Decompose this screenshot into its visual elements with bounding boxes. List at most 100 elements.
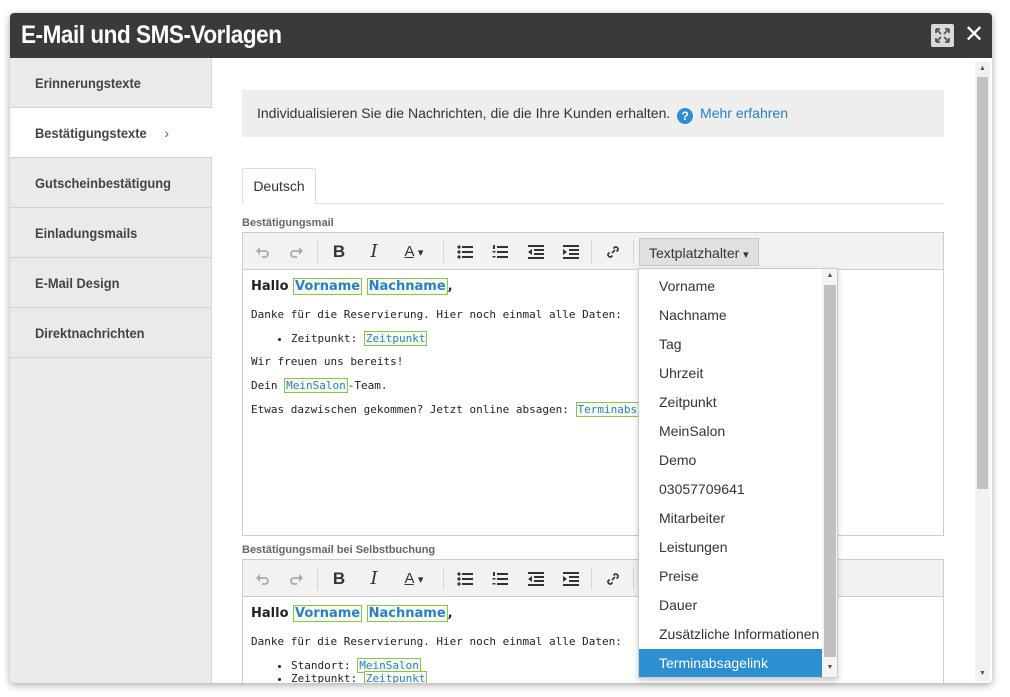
link-icon — [607, 572, 619, 585]
editor2-label: Bestätigungsmail bei Selbstbuchung — [242, 544, 436, 556]
menu-item-mitarbeiter[interactable]: Mitarbeiter — [639, 504, 822, 533]
signature-suffix: -Team. — [347, 379, 388, 392]
link-button[interactable] — [598, 560, 628, 597]
numbered-list-icon — [492, 571, 508, 585]
list-item-label: Zeitpunkt: — [291, 672, 358, 683]
outdent-button[interactable] — [521, 560, 551, 597]
scroll-up-icon[interactable]: ▲ — [975, 62, 990, 76]
editor-content[interactable]: Hallo Vorname Nachname, Danke für die Re… — [243, 270, 943, 435]
redo-icon — [290, 573, 303, 585]
menu-item-nachname[interactable]: Nachname — [639, 301, 822, 330]
scrollbar-thumb[interactable] — [824, 285, 836, 657]
font-color-button[interactable]: A ▾ — [394, 233, 434, 270]
sidebar-item-einladungsmails[interactable]: Einladungsmails — [10, 208, 212, 258]
sidebar-item-erinnerungstexte[interactable]: Erinnerungstexte — [10, 58, 212, 108]
font-color-icon: A — [404, 570, 414, 587]
bullet-list-button[interactable] — [450, 560, 480, 597]
menu-item-leistungen[interactable]: Leistungen — [639, 533, 822, 562]
sidebar-item-gutscheinbestaetigung[interactable]: Gutscheinbestätigung — [10, 158, 212, 208]
greeting-text: Hallo — [251, 606, 289, 621]
indent-icon — [563, 571, 579, 586]
dropdown-label: Textplatzhalter — [649, 245, 740, 261]
close-button[interactable]: ✕ — [963, 21, 985, 47]
details-list: Zeitpunkt: Zeitpunkt — [291, 331, 935, 346]
menu-item-terminabsagelink[interactable]: Terminabsagelink — [639, 649, 822, 677]
dialog-title: E-Mail und SMS-Vorlagen — [21, 21, 282, 49]
editor-content[interactable]: Hallo Vorname Nachname, Danke für die Re… — [243, 597, 943, 683]
sidebar-item-email-design[interactable]: E-Mail Design — [10, 258, 212, 308]
scroll-down-icon[interactable]: ▼ — [975, 667, 990, 681]
undo-button[interactable] — [247, 233, 277, 270]
menu-item-demo[interactable]: Demo — [639, 446, 822, 475]
scroll-down-icon[interactable]: ▼ — [822, 661, 837, 675]
indent-button[interactable] — [556, 560, 586, 597]
cancel-text: Etwas dazwischen gekommen? Jetzt online … — [251, 403, 569, 416]
toolbar-separator — [443, 567, 444, 590]
placeholder-zeitpunkt[interactable]: Zeitpunkt — [363, 331, 428, 346]
sidebar-item-direktnachrichten[interactable]: Direktnachrichten — [10, 308, 212, 358]
placeholder-zeitpunkt[interactable]: Zeitpunkt — [363, 671, 428, 683]
placeholder-meinsalon[interactable]: MeinSalon — [284, 378, 348, 393]
toolbar-separator — [317, 240, 318, 263]
list-item-label: Zeitpunkt: — [291, 332, 358, 345]
scroll-up-icon[interactable]: ▲ — [822, 269, 837, 283]
menu-item-vorname[interactable]: Vorname — [639, 272, 822, 301]
indent-button[interactable] — [556, 233, 586, 270]
expand-button[interactable] — [931, 24, 954, 47]
placeholder-vorname[interactable]: Vorname — [293, 605, 363, 622]
menu-item-preise[interactable]: Preise — [639, 562, 822, 591]
placeholder-vorname[interactable]: Vorname — [293, 278, 363, 295]
menu-item-meinsalon[interactable]: MeinSalon — [639, 417, 822, 446]
undo-button[interactable] — [247, 560, 277, 597]
font-color-button[interactable]: A ▾ — [394, 560, 434, 597]
outdent-button[interactable] — [521, 233, 551, 270]
bold-button[interactable]: B — [324, 560, 354, 597]
caret-down-icon: ▾ — [743, 249, 749, 261]
info-text: Individualisieren Sie die Nachrichten, d… — [257, 105, 671, 121]
menu-item-zusaetzliche-informationen[interactable]: Zusätzliche Informationen — [639, 620, 822, 649]
bold-button[interactable]: B — [324, 233, 354, 270]
editor-bestaetigungsmail: B I A ▾ Textplatzhalter ▾ Hallo Vorname … — [242, 232, 944, 536]
placeholder-nachname[interactable]: Nachname — [366, 278, 448, 295]
font-color-icon: A — [404, 243, 414, 260]
redo-icon — [290, 246, 303, 258]
learn-more-link[interactable]: Mehr erfahren — [700, 105, 788, 121]
menu-item-zeitpunkt[interactable]: Zeitpunkt — [639, 388, 822, 417]
menu-item-tag[interactable]: Tag — [639, 330, 822, 359]
bullet-list-button[interactable] — [450, 233, 480, 270]
textplatzhalter-menu: Vorname Nachname Tag Uhrzeit Zeitpunkt M… — [638, 268, 838, 678]
redo-button[interactable] — [282, 560, 312, 597]
numbered-list-button[interactable] — [485, 233, 515, 270]
textplatzhalter-dropdown[interactable]: Textplatzhalter ▾ — [639, 238, 759, 266]
redo-button[interactable] — [282, 233, 312, 270]
sidebar-item-label: Erinnerungstexte — [35, 75, 141, 91]
titlebar: E-Mail und SMS-Vorlagen ✕ — [10, 13, 992, 58]
tab-deutsch[interactable]: Deutsch — [242, 168, 316, 204]
bold-icon: B — [332, 242, 346, 261]
menu-item-dauer[interactable]: Dauer — [639, 591, 822, 620]
caret-down-icon: ▾ — [417, 247, 424, 259]
list-item: Zeitpunkt: Zeitpunkt — [291, 671, 935, 683]
page-scrollbar[interactable]: ▲ ▼ — [975, 62, 990, 681]
close-icon: ✕ — [963, 20, 985, 48]
scrollbar-thumb[interactable] — [977, 77, 988, 489]
numbered-list-button[interactable] — [485, 560, 515, 597]
details-list: Standort: MeinSalon Zeitpunkt: Zeitpunkt — [291, 658, 935, 683]
menu-scrollbar[interactable]: ▲ ▼ — [822, 269, 837, 677]
italic-button[interactable]: I — [359, 560, 389, 597]
outdent-icon — [528, 244, 544, 259]
expand-icon — [935, 28, 950, 43]
sidebar: Erinnerungstexte Bestätigungstexte › Guts… — [10, 58, 213, 683]
undo-icon — [256, 246, 269, 258]
chevron-right-icon: › — [164, 125, 170, 141]
placeholder-nachname[interactable]: Nachname — [366, 605, 448, 622]
greeting-text: Hallo — [251, 279, 289, 294]
sidebar-item-bestaetigungstexte[interactable]: Bestätigungstexte › — [10, 108, 213, 158]
link-icon — [607, 245, 619, 258]
toolbar-separator — [633, 567, 634, 590]
help-icon[interactable]: ? — [677, 108, 694, 124]
italic-button[interactable]: I — [359, 233, 389, 270]
link-button[interactable] — [598, 233, 628, 270]
menu-item-uhrzeit[interactable]: Uhrzeit — [639, 359, 822, 388]
menu-item-telefon[interactable]: 03057709641 — [639, 475, 822, 504]
